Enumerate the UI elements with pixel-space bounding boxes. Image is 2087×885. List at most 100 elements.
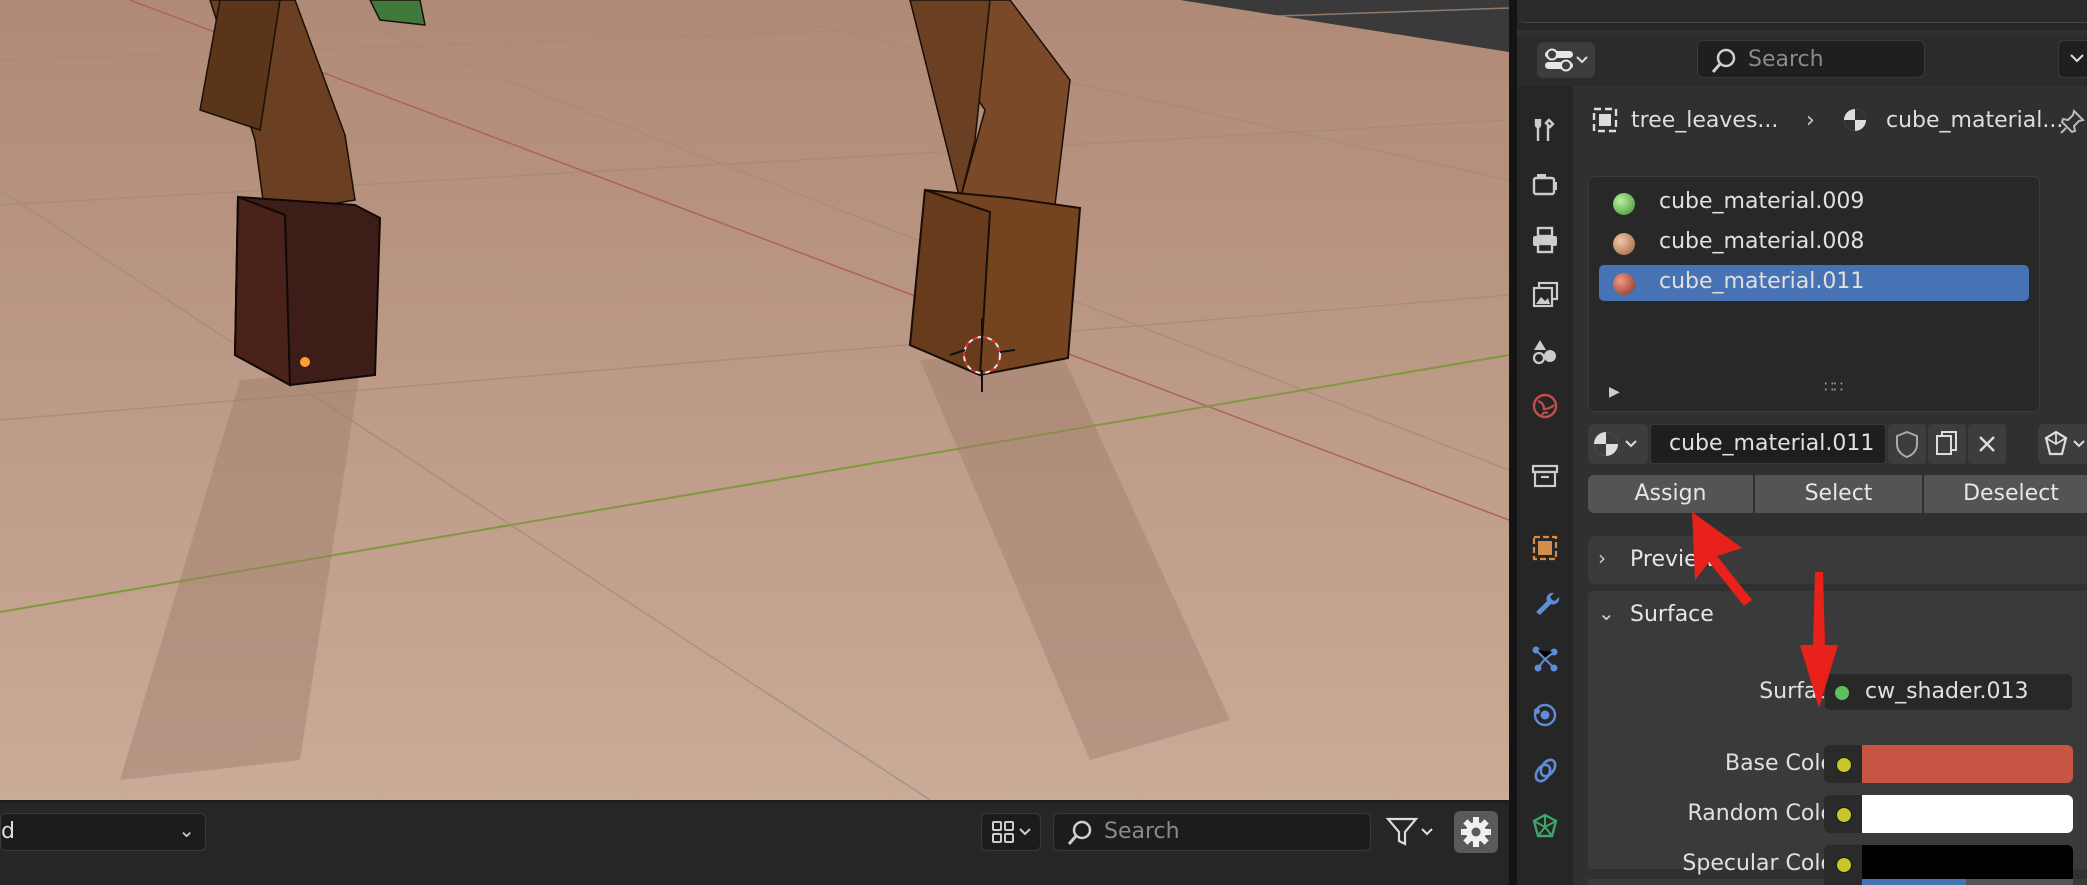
tab-tool[interactable]	[1525, 110, 1565, 150]
surface-shader-value: cw_shader.013	[1865, 679, 2029, 704]
material-slot-item[interactable]: cube_material.008	[1599, 225, 2029, 261]
fake-user-button[interactable]	[1888, 424, 1926, 464]
tool-icon	[1534, 118, 1555, 141]
close-icon	[1979, 436, 1995, 452]
color-socket-icon	[1836, 757, 1852, 773]
base-color-row: Base Color •	[1588, 745, 2087, 785]
random-color-label: Random Color	[1687, 801, 1843, 826]
tab-view-layer[interactable]	[1525, 275, 1565, 315]
preview-panel-header[interactable]: › Preview ⁞⁞⁞	[1588, 536, 2087, 584]
material-slot-item-selected[interactable]: cube_material.011	[1599, 265, 2029, 301]
tab-output[interactable]	[1525, 220, 1565, 260]
base-color-socket[interactable]	[1824, 745, 1862, 783]
properties-tabs	[1517, 86, 1573, 885]
world-icon	[1532, 393, 1558, 419]
editor-type-button[interactable]	[1537, 42, 1595, 78]
color-socket-icon	[1836, 807, 1852, 823]
base-color-swatch[interactable]	[1862, 745, 2073, 783]
filter-button[interactable]	[1382, 813, 1442, 851]
filter-icon	[1385, 817, 1433, 846]
resize-grip-icon[interactable]: ∷∷	[1824, 377, 1843, 396]
mesh-data-icon	[1532, 813, 1558, 838]
material-slot-label: cube_material.011	[1659, 269, 1865, 294]
select-button[interactable]: Select	[1755, 475, 1922, 513]
mesh-data-icon	[2044, 430, 2085, 456]
slot-action-buttons: Assign Select Deselect	[1588, 475, 2087, 513]
preview-panel-title: Preview	[1630, 547, 1716, 572]
material-icon	[1594, 432, 1637, 456]
expand-triangle-icon[interactable]: ▶	[1609, 384, 1620, 400]
breadcrumb-material: cube_material...	[1886, 108, 2064, 133]
render-icon	[1532, 174, 1557, 196]
chevron-right-icon: ›	[1598, 546, 1606, 570]
viewport-search-input[interactable]: Search	[1053, 813, 1371, 851]
scene-render[interactable]	[0, 0, 1509, 800]
3d-viewport[interactable]	[0, 0, 1509, 800]
tab-data[interactable]	[1525, 806, 1565, 846]
viewport-toolbar: d ⌄ Search	[0, 803, 1509, 885]
assign-button[interactable]: Assign	[1588, 475, 1753, 513]
deselect-button[interactable]: Deselect	[1924, 475, 2087, 513]
object-icon	[1592, 107, 1618, 133]
viewport-search-placeholder: Search	[1104, 819, 1180, 844]
surface-panel-header[interactable]: ⌄ Surface ⁞⁞⁞	[1588, 591, 2087, 639]
duplicate-icon	[1936, 431, 1957, 455]
properties-search-placeholder: Search	[1748, 47, 1824, 72]
unlink-material-button[interactable]	[1968, 424, 2006, 464]
tab-object[interactable]	[1525, 528, 1565, 568]
material-properties: tree_leaves... › cube_material... cube_m…	[1573, 86, 2087, 885]
material-ball-icon	[1613, 273, 1635, 295]
shield-icon	[1896, 430, 1918, 459]
material-name-field[interactable]: cube_material.011	[1650, 424, 1886, 464]
specular-color-label: Specular Color	[1682, 851, 1843, 876]
printer-icon	[1533, 226, 1557, 254]
constraint-icon	[1534, 758, 1557, 783]
random-color-swatch[interactable]	[1862, 795, 2073, 833]
material-icon	[1844, 109, 1866, 131]
material-ball-icon	[1613, 233, 1635, 255]
specular-color-socket[interactable]	[1824, 845, 1862, 883]
tab-constraints[interactable]	[1525, 751, 1565, 791]
view-layout-button[interactable]	[981, 813, 1041, 851]
chevron-down-icon: ⌄	[178, 818, 195, 842]
material-slot-label: cube_material.008	[1659, 229, 1865, 254]
tab-scene[interactable]	[1525, 331, 1565, 371]
options-dropdown[interactable]	[2058, 40, 2087, 78]
tab-collection[interactable]	[1525, 456, 1565, 496]
random-color-socket[interactable]	[1824, 795, 1862, 833]
properties-editor: Search tree_leaves... › cube_material...…	[1517, 0, 2087, 885]
tab-physics[interactable]	[1525, 695, 1565, 735]
material-datablock-row: cube_material.011	[1588, 424, 2087, 466]
link-type-dropdown[interactable]	[2038, 424, 2087, 464]
material-slot-list[interactable]: cube_material.009 cube_material.008 cube…	[1588, 176, 2040, 412]
gear-icon	[1461, 817, 1491, 847]
pin-icon[interactable]	[2058, 108, 2086, 136]
search-icon	[1067, 820, 1092, 845]
surface-shader-field[interactable]: cw_shader.013	[1824, 673, 2073, 711]
tab-world[interactable]	[1525, 386, 1565, 426]
specular-color-swatch[interactable]	[1862, 845, 2073, 883]
settings-button[interactable]	[1454, 811, 1498, 853]
search-icon	[1711, 48, 1736, 73]
image-stack-icon	[1532, 281, 1559, 308]
next-row-stub	[1588, 879, 2087, 885]
physics-icon	[1533, 703, 1557, 727]
duplicate-material-button[interactable]	[1928, 424, 1966, 464]
browse-material-button[interactable]	[1588, 424, 1648, 464]
material-slot-item[interactable]: cube_material.009	[1599, 185, 2029, 221]
tab-particles[interactable]	[1525, 639, 1565, 679]
breadcrumb-object: tree_leaves...	[1631, 108, 1779, 133]
surface-panel-body: Surface cw_shader.013 Base Color • Rando…	[1588, 639, 2087, 883]
chevron-down-icon: ⌄	[1598, 601, 1615, 625]
grid-icon	[992, 821, 1031, 843]
tab-modifiers[interactable]	[1525, 583, 1565, 623]
wrench-icon	[1536, 592, 1560, 615]
surface-shader-row: Surface cw_shader.013	[1588, 673, 2087, 713]
area-divider[interactable]	[1509, 0, 1517, 885]
collection-box-icon	[1531, 464, 1559, 488]
object-icon	[1532, 535, 1558, 561]
tab-render[interactable]	[1525, 165, 1565, 205]
properties-header: Search	[1517, 36, 2087, 86]
mode-dropdown[interactable]: d ⌄	[0, 813, 206, 851]
properties-search-input[interactable]: Search	[1697, 40, 1925, 78]
